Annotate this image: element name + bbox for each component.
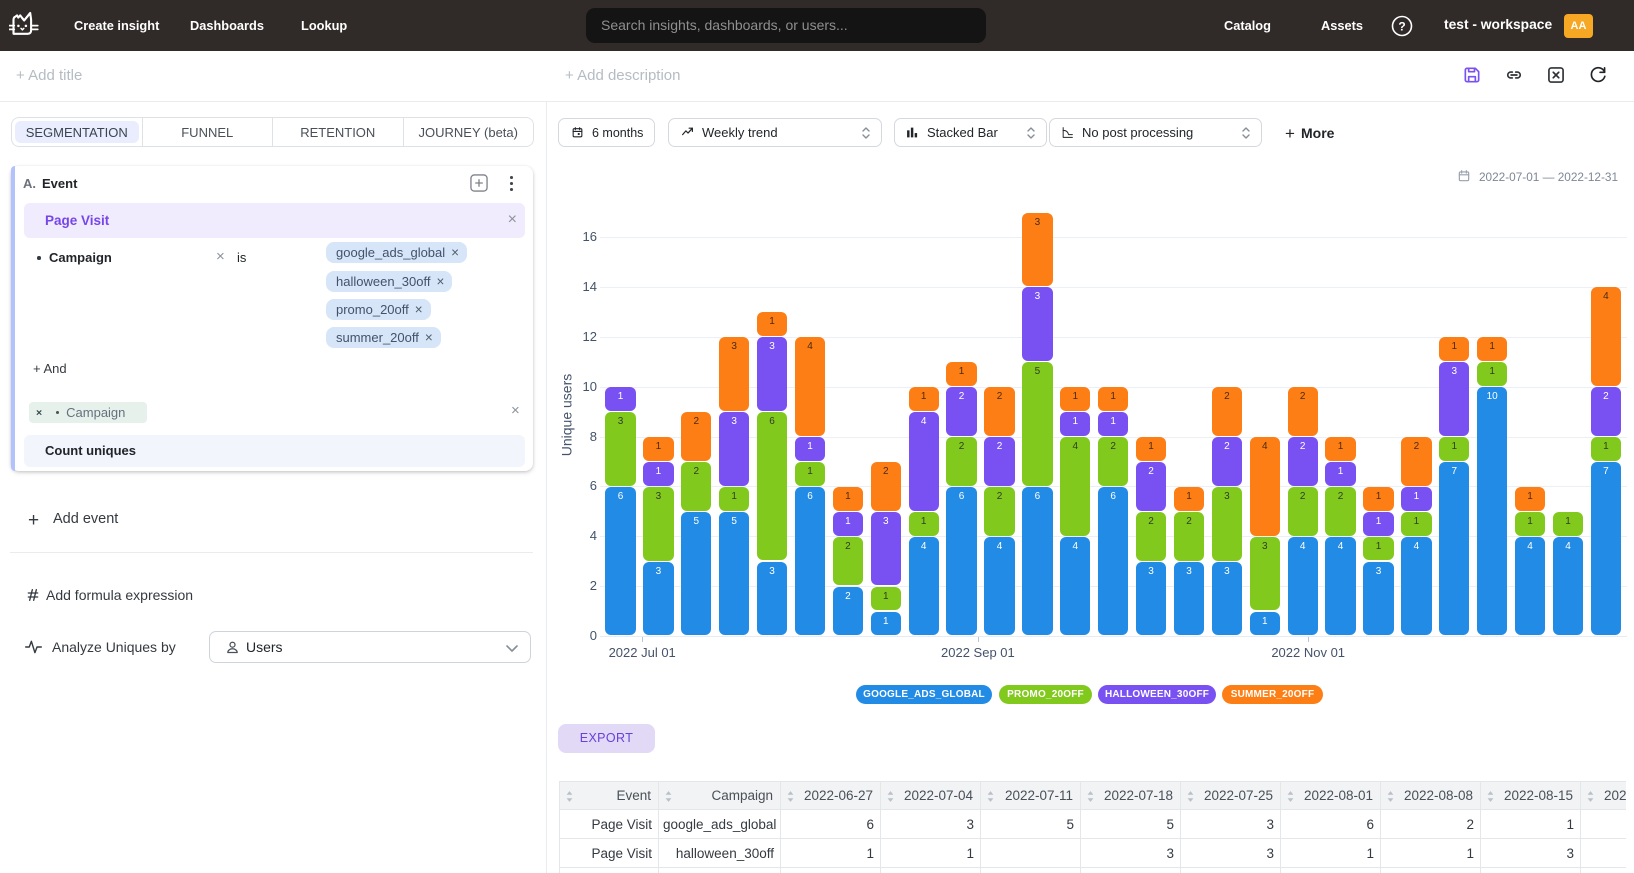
svg-text:?: ? [1398, 20, 1405, 34]
